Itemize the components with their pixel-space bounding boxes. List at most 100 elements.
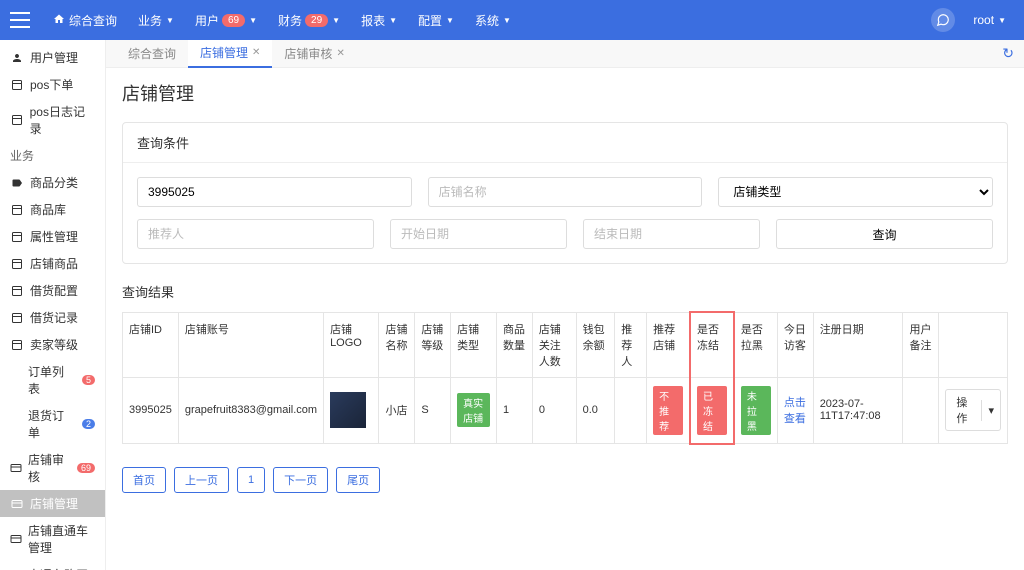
table-header: 是否冻结: [690, 312, 734, 377]
page-next[interactable]: 下一页: [273, 467, 328, 493]
sidebar-label: 卖家等级: [30, 336, 78, 353]
sidebar-item[interactable]: 订单列表5: [0, 358, 105, 402]
main: 综合查询店铺管理✕店铺审核✕↻ 店铺管理 查询条件 店铺类型 查询 查询结果 店…: [106, 40, 1024, 507]
table-header: 店铺账号: [178, 312, 323, 377]
action-label: 操作: [946, 390, 981, 430]
cell-product-count: 1: [496, 377, 532, 444]
table-header: 店铺LOGO: [324, 312, 379, 377]
recommend-tag: 不推荐: [653, 386, 683, 435]
menu-label: 业务: [138, 12, 162, 29]
sidebar-label: 直通车购买记录: [28, 566, 95, 570]
refresh-icon[interactable]: ↻: [1002, 45, 1014, 62]
top-menu-item[interactable]: 业务▼: [130, 0, 182, 40]
sidebar-item[interactable]: 店铺审核69: [0, 446, 105, 490]
card-icon: [10, 461, 22, 475]
top-menu-item[interactable]: 综合查询: [45, 0, 125, 40]
sidebar-label: 店铺直通车管理: [28, 522, 95, 556]
sidebar-label: 商品库: [30, 201, 66, 218]
top-menu-item[interactable]: 系统▼: [467, 0, 519, 40]
top-menu-item[interactable]: 配置▼: [410, 0, 462, 40]
top-menu-item[interactable]: 报表▼: [353, 0, 405, 40]
menu-label: 综合查询: [69, 12, 117, 29]
tab[interactable]: 店铺审核✕: [272, 40, 356, 67]
tab-label: 店铺管理: [200, 44, 248, 61]
sidebar-item[interactable]: pos日志记录: [0, 98, 105, 142]
table-header: 是否拉黑: [734, 312, 777, 377]
table-header: 今日访客: [777, 312, 813, 377]
page-prev[interactable]: 上一页: [174, 467, 229, 493]
list-icon: [10, 203, 24, 217]
page-current[interactable]: 1: [237, 467, 265, 493]
sidebar-item[interactable]: 卖家等级: [0, 331, 105, 358]
close-icon[interactable]: ✕: [252, 47, 260, 58]
table-header: 店铺ID: [123, 312, 179, 377]
sidebar-group: 业务: [0, 142, 105, 169]
sidebar-label: 借货记录: [30, 309, 78, 326]
table-header: 店铺等级: [415, 312, 451, 377]
cell-visitor: 点击查看: [777, 377, 813, 444]
freeze-tag: 已冻结: [697, 386, 727, 435]
sidebar-label: pos日志记录: [30, 103, 95, 137]
close-icon[interactable]: ✕: [336, 48, 344, 59]
menu-label: 财务: [278, 12, 302, 29]
query-button[interactable]: 查询: [776, 219, 993, 249]
list-icon: [10, 311, 24, 325]
caret-down-icon: ▼: [446, 16, 454, 25]
sidebar-item[interactable]: 用户管理: [0, 44, 105, 71]
tab[interactable]: 店铺管理 ✕: [188, 39, 272, 68]
sidebar-item[interactable]: 借货配置: [0, 277, 105, 304]
visitor-link[interactable]: 点击查看: [784, 397, 806, 425]
cell-blacklist: 未拉黑: [734, 377, 777, 444]
user-menu[interactable]: root ▼: [965, 0, 1014, 40]
user-label: root: [973, 13, 994, 27]
end-date-input[interactable]: [583, 219, 760, 249]
top-menu-item[interactable]: 财务29▼: [270, 0, 348, 40]
sidebar-item[interactable]: 商品库: [0, 196, 105, 223]
query-panel: 查询条件 店铺类型 查询: [122, 122, 1008, 264]
result-title: 查询结果: [122, 272, 1008, 311]
start-date-input[interactable]: [390, 219, 567, 249]
list-icon: [10, 284, 24, 298]
tab[interactable]: 综合查询: [116, 40, 188, 67]
top-menu: 综合查询业务▼用户69▼财务29▼报表▼配置▼系统▼: [45, 0, 519, 40]
page-last[interactable]: 尾页: [336, 467, 380, 493]
sidebar-item[interactable]: 商品分类: [0, 169, 105, 196]
shop-name-input[interactable]: [428, 177, 703, 207]
card-icon: [10, 532, 22, 546]
cell-level: S: [415, 377, 451, 444]
sidebar-item[interactable]: 借货记录: [0, 304, 105, 331]
page-first[interactable]: 首页: [122, 467, 166, 493]
caret-down-icon: ▼: [503, 16, 511, 25]
cell-remarks: [903, 377, 939, 444]
action-button[interactable]: 操作▾: [945, 389, 1001, 431]
chat-icon[interactable]: [931, 8, 955, 32]
caret-down-icon: ▼: [249, 16, 257, 25]
sidebar-item[interactable]: 直通车购买记录: [0, 561, 105, 570]
tab-label: 综合查询: [128, 45, 176, 62]
sidebar-item[interactable]: 店铺直通车管理: [0, 517, 105, 561]
hamburger-icon[interactable]: [10, 10, 30, 30]
cell-action: 操作▾: [939, 377, 1008, 444]
topbar-right: root ▼: [931, 0, 1014, 40]
page-title: 店铺管理: [106, 68, 1024, 114]
shop-type-select[interactable]: 店铺类型: [718, 177, 993, 207]
list-icon: [10, 257, 24, 271]
top-menu-item[interactable]: 用户69▼: [187, 0, 265, 40]
sidebar-item[interactable]: 店铺商品: [0, 250, 105, 277]
result-table: 店铺ID店铺账号店铺LOGO店铺名称店铺等级店铺类型商品数量店铺关注人数钱包余额…: [122, 311, 1008, 445]
sidebar-badge: 2: [82, 419, 95, 429]
cell-wallet: 0.0: [576, 377, 615, 444]
cell-recommender: [615, 377, 647, 444]
shop-id-input[interactable]: [137, 177, 412, 207]
user-icon: [10, 51, 24, 65]
table-header: 钱包余额: [576, 312, 615, 377]
caret-down-icon: ▼: [332, 16, 340, 25]
sidebar-item[interactable]: 店铺管理: [0, 490, 105, 517]
sidebar-label: 店铺审核: [28, 451, 68, 485]
sidebar-label: 商品分类: [30, 174, 78, 191]
sidebar-item[interactable]: pos下单: [0, 71, 105, 98]
sidebar-item[interactable]: 退货订单2: [0, 402, 105, 446]
sidebar-label: 订单列表: [28, 363, 73, 397]
recommender-input[interactable]: [137, 219, 374, 249]
sidebar-item[interactable]: 属性管理: [0, 223, 105, 250]
